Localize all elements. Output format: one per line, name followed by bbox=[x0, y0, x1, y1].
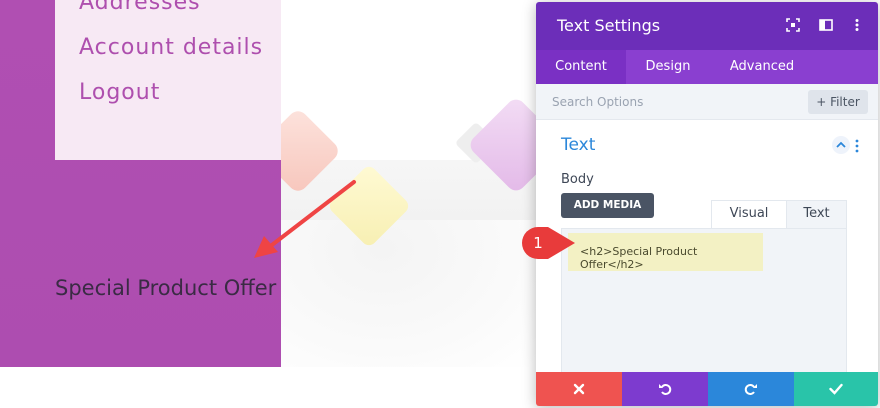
modal-header: Text Settings bbox=[536, 2, 878, 50]
highlighted-code: <h2>Special Product Offer</h2> bbox=[568, 233, 763, 271]
editor-tab-text[interactable]: Text bbox=[786, 200, 847, 228]
redo-icon bbox=[744, 384, 757, 395]
undo-icon bbox=[659, 384, 672, 395]
undo-button[interactable] bbox=[622, 372, 708, 406]
account-link-addresses[interactable]: Addresses bbox=[79, 0, 201, 15]
modal-title: Text Settings bbox=[557, 16, 661, 35]
filter-button[interactable]: + Filter bbox=[808, 90, 868, 114]
redo-button[interactable] bbox=[708, 372, 794, 406]
body-text-editor[interactable]: <h2>Special Product Offer</h2> bbox=[561, 228, 847, 378]
split-view-icon[interactable] bbox=[819, 18, 833, 32]
close-icon bbox=[573, 383, 585, 395]
annotation-arrow-icon bbox=[254, 180, 356, 258]
section-more-icon[interactable] bbox=[854, 139, 860, 153]
collapse-section-button[interactable] bbox=[832, 136, 850, 154]
tab-content[interactable]: Content bbox=[536, 50, 626, 84]
search-options-input[interactable] bbox=[552, 92, 792, 112]
save-button[interactable] bbox=[794, 372, 878, 406]
step-badge: 1 bbox=[521, 226, 577, 260]
modal-footer bbox=[536, 372, 878, 406]
chevron-up-icon bbox=[836, 141, 846, 148]
account-link-account-details[interactable]: Account details bbox=[79, 35, 263, 60]
tab-design[interactable]: Design bbox=[626, 50, 710, 84]
more-options-icon[interactable] bbox=[850, 18, 864, 32]
editor-code-text: <h2>Special Product Offer</h2> bbox=[580, 245, 698, 271]
checkmark-icon bbox=[829, 383, 843, 395]
editor-tab-visual[interactable]: Visual bbox=[711, 200, 787, 228]
account-link-logout[interactable]: Logout bbox=[79, 80, 160, 105]
settings-tabs: Content Design Advanced bbox=[536, 50, 878, 84]
text-section-title[interactable]: Text bbox=[561, 135, 595, 155]
step-number: 1 bbox=[533, 234, 543, 252]
fullscreen-icon[interactable] bbox=[786, 18, 800, 32]
account-navigation: Addresses Account details Logout bbox=[55, 0, 281, 160]
search-options-row: + Filter bbox=[536, 84, 878, 120]
body-field-label: Body bbox=[561, 172, 594, 187]
text-settings-modal: Text Settings Content Design Advanced + … bbox=[536, 2, 878, 406]
cancel-button[interactable] bbox=[536, 372, 622, 406]
add-media-button[interactable]: ADD MEDIA bbox=[561, 193, 654, 218]
tab-advanced[interactable]: Advanced bbox=[710, 50, 814, 84]
special-offer-heading: Special Product Offer bbox=[55, 276, 277, 300]
